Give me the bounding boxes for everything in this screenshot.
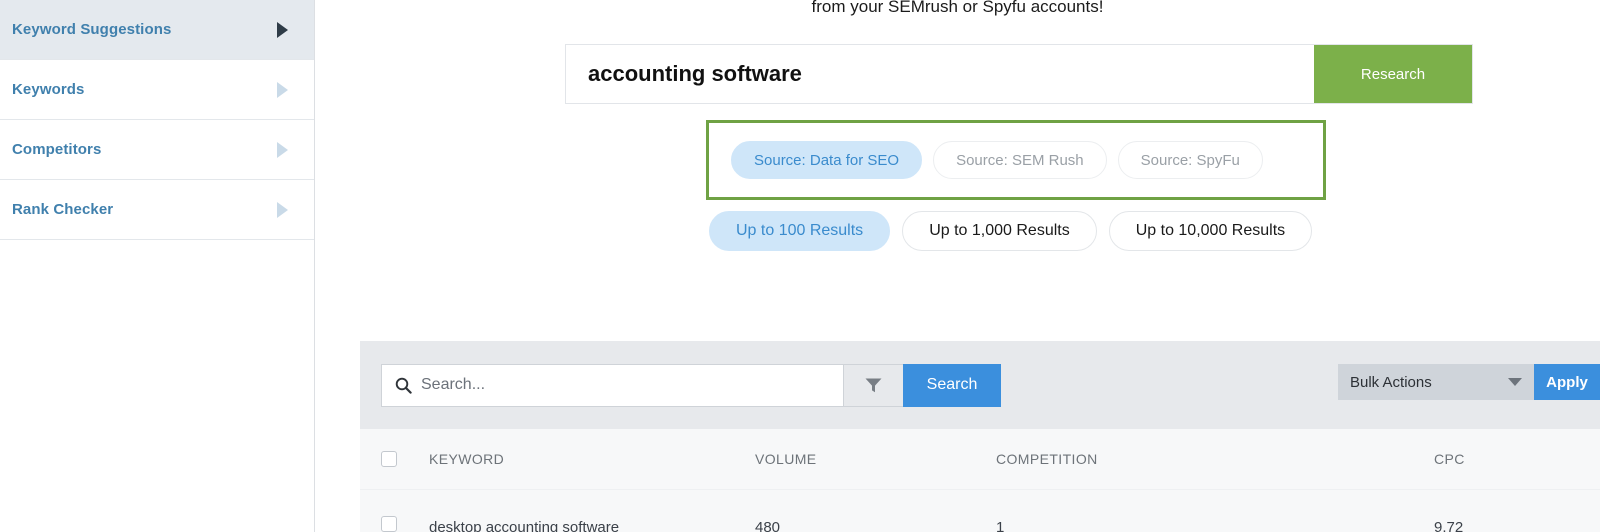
sidebar-item-label: Keyword Suggestions xyxy=(12,21,277,38)
sidebar-item-rank-checker[interactable]: Rank Checker xyxy=(0,180,314,240)
sidebar-item-label: Keywords xyxy=(12,81,277,98)
search-placeholder-text: Search... xyxy=(421,376,485,394)
table-header-row: KEYWORD VOLUME COMPETITION CPC xyxy=(360,429,1600,489)
result-limit-10000[interactable]: Up to 10,000 Results xyxy=(1109,211,1312,251)
result-limit-100[interactable]: Up to 100 Results xyxy=(709,211,890,251)
result-limit-group: Up to 100 Results Up to 1,000 Results Up… xyxy=(709,211,1324,251)
sidebar-item-keywords[interactable]: Keywords xyxy=(0,60,314,120)
cell-competition: 1 xyxy=(996,519,1004,532)
source-option-sem-rush[interactable]: Source: SEM Rush xyxy=(933,141,1107,179)
column-header-volume[interactable]: VOLUME xyxy=(755,451,817,467)
column-header-cpc[interactable]: CPC xyxy=(1434,451,1465,467)
promo-text: from your SEMrush or Spyfu accounts! xyxy=(315,0,1600,18)
table-row: desktop accounting software 480 1 9.72 xyxy=(360,489,1600,532)
bulk-actions-select[interactable]: Bulk Actions xyxy=(1338,364,1534,400)
source-option-spyfu[interactable]: Source: SpyFu xyxy=(1118,141,1263,179)
magnifier-icon xyxy=(395,377,412,394)
caret-right-icon xyxy=(277,202,288,218)
cell-keyword: desktop accounting software xyxy=(429,519,619,532)
result-limit-1000[interactable]: Up to 1,000 Results xyxy=(902,211,1097,251)
sidebar-item-competitors[interactable]: Competitors xyxy=(0,120,314,180)
table-search-group: Search... Search xyxy=(381,364,1001,407)
source-selector-group: Source: Data for SEO Source: SEM Rush So… xyxy=(706,120,1326,200)
select-all-checkbox[interactable] xyxy=(381,451,397,467)
results-panel: Search... Search Bulk Actions Apply xyxy=(360,341,1600,532)
caret-right-icon xyxy=(277,82,288,98)
funnel-icon xyxy=(864,377,883,394)
apply-button[interactable]: Apply xyxy=(1534,364,1600,400)
page-root: Keyword Suggestions Keywords Competitors… xyxy=(0,0,1600,532)
column-header-keyword[interactable]: KEYWORD xyxy=(429,451,504,467)
search-button[interactable]: Search xyxy=(903,364,1001,407)
row-select-checkbox[interactable] xyxy=(381,516,397,532)
research-button[interactable]: Research xyxy=(1314,45,1472,103)
column-header-competition[interactable]: COMPETITION xyxy=(996,451,1098,467)
cell-volume: 480 xyxy=(755,519,780,532)
sidebar-item-label: Rank Checker xyxy=(12,201,277,218)
sidebar: Keyword Suggestions Keywords Competitors… xyxy=(0,0,315,532)
bulk-actions-label: Bulk Actions xyxy=(1350,374,1508,391)
sidebar-item-label: Competitors xyxy=(12,141,277,158)
search-input[interactable]: Search... xyxy=(381,364,843,407)
keyword-search-bar: Research xyxy=(565,44,1473,104)
caret-right-icon xyxy=(277,142,288,158)
keyword-input[interactable] xyxy=(566,45,1314,103)
source-option-data-for-seo[interactable]: Source: Data for SEO xyxy=(731,141,922,179)
cell-cpc: 9.72 xyxy=(1434,519,1463,532)
caret-right-icon xyxy=(277,22,288,38)
sidebar-item-keyword-suggestions[interactable]: Keyword Suggestions xyxy=(0,0,314,60)
bulk-actions-group: Bulk Actions Apply xyxy=(1338,364,1600,400)
table-toolbar: Search... Search Bulk Actions Apply xyxy=(360,341,1600,429)
filter-button[interactable] xyxy=(843,364,903,407)
chevron-down-icon xyxy=(1508,378,1522,386)
